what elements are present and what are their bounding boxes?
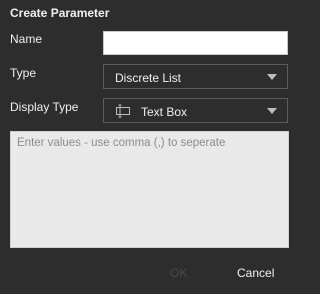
textbox-icon (115, 104, 131, 118)
type-dropdown[interactable]: Discrete List (103, 64, 288, 89)
name-input[interactable] (103, 31, 288, 55)
display-type-label: Display Type (10, 100, 79, 114)
cancel-button[interactable]: Cancel (237, 264, 274, 282)
type-label: Type (10, 66, 37, 80)
display-type-dropdown[interactable]: Text Box (103, 98, 288, 123)
ok-button[interactable]: OK (170, 264, 187, 282)
chevron-down-icon (267, 74, 277, 80)
chevron-down-icon (267, 108, 277, 114)
dialog-title: Create Parameter (10, 6, 110, 20)
values-textarea[interactable] (10, 131, 289, 248)
name-label: Name (10, 32, 43, 46)
type-dropdown-value: Discrete List (115, 71, 182, 85)
display-type-dropdown-value: Text Box (141, 105, 188, 119)
